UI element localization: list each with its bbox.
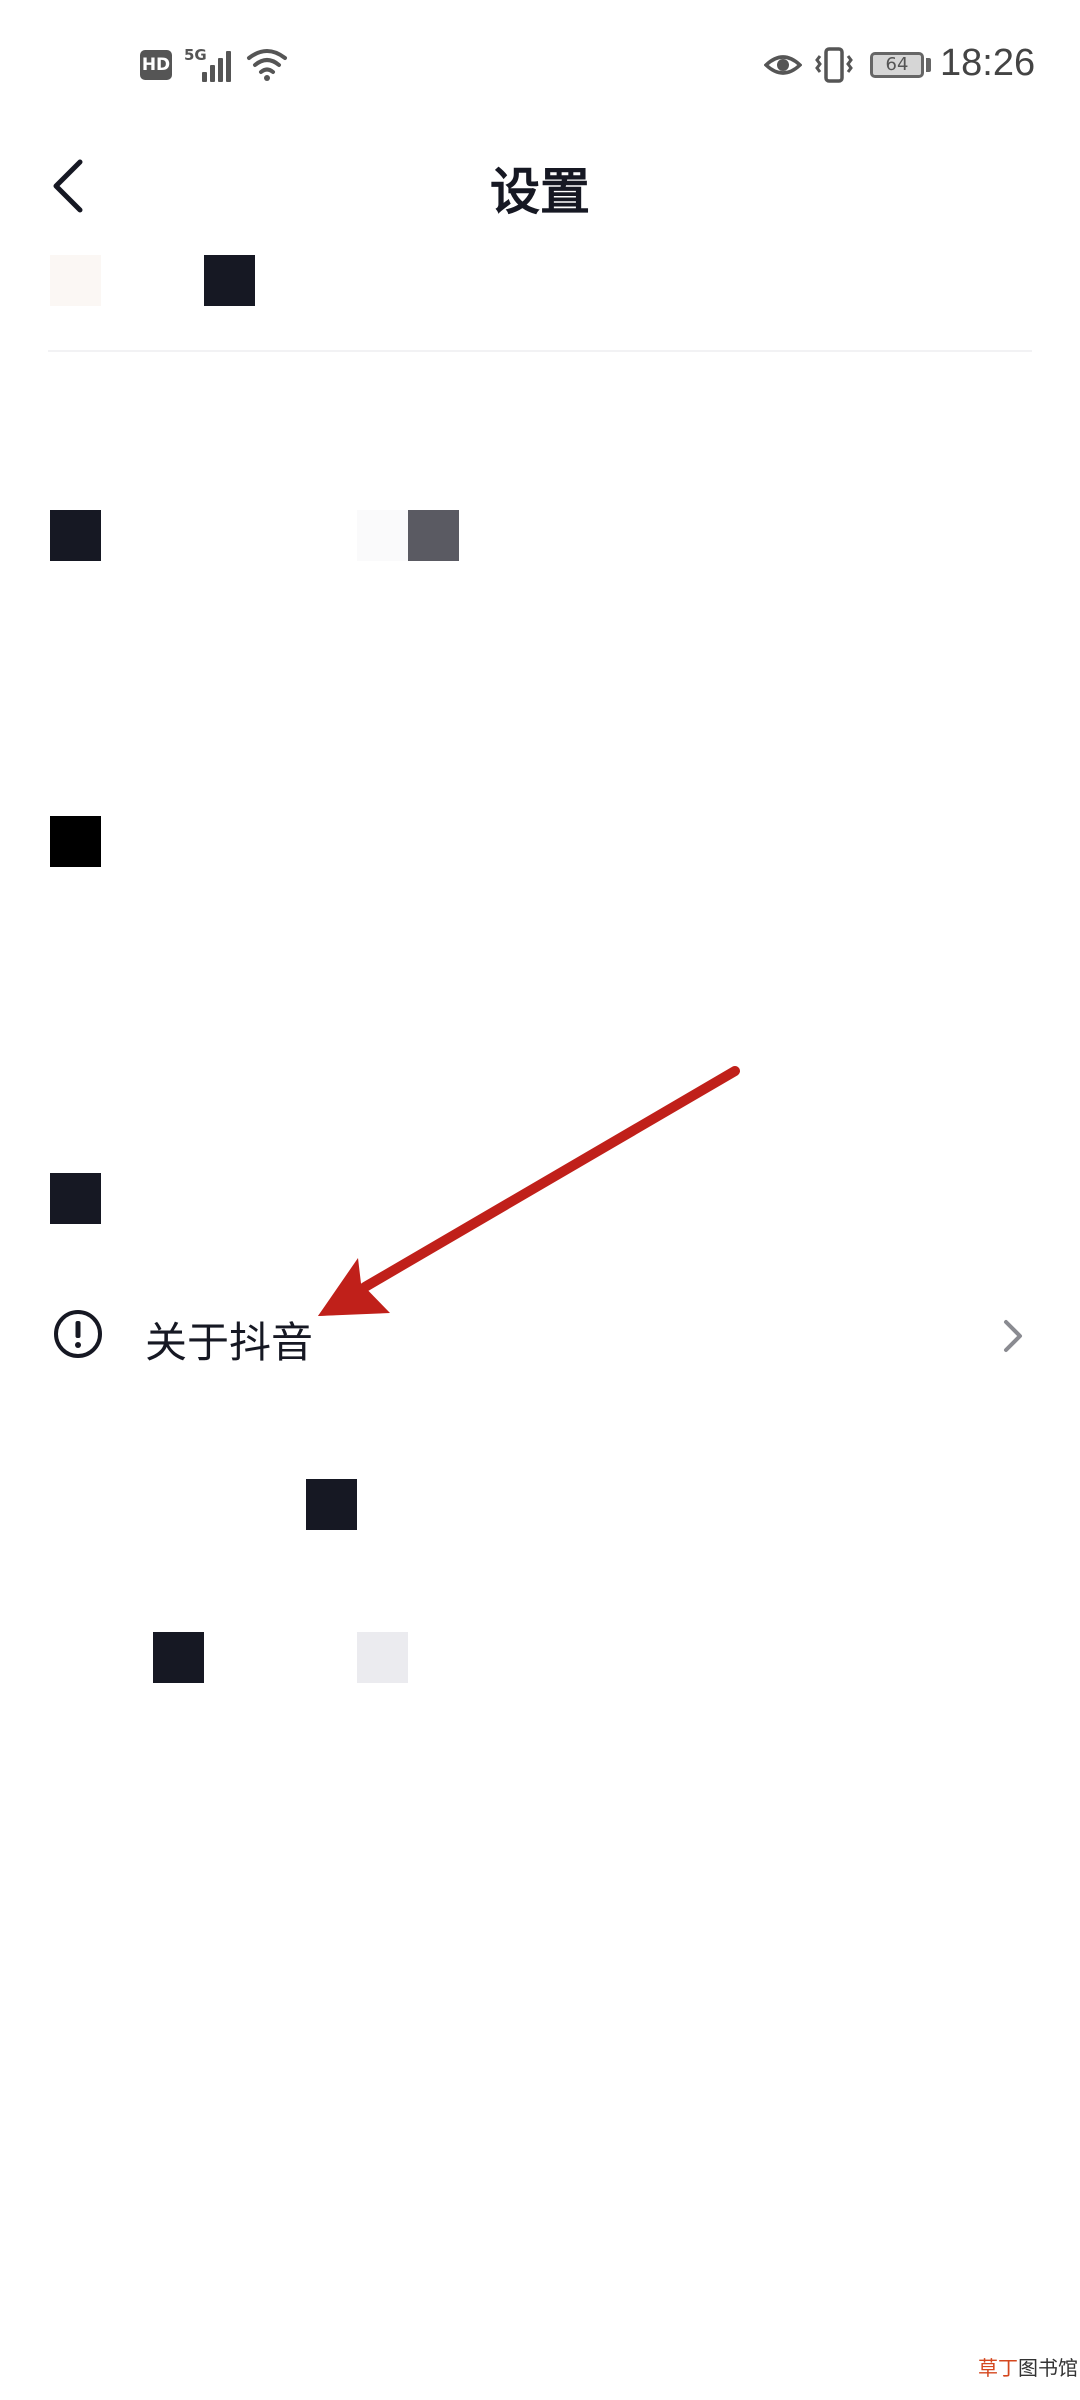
hd-badge: HD xyxy=(140,50,172,80)
redacted-block xyxy=(357,1632,408,1683)
status-bar: HD 5G 64 18:26 xyxy=(0,0,1080,130)
redacted-block xyxy=(50,510,101,561)
battery-tip xyxy=(926,58,931,72)
watermark: 草丁图书馆 xyxy=(978,2352,1078,2381)
settings-row-label: 关于抖音 xyxy=(145,1318,314,1367)
eye-icon xyxy=(764,55,802,75)
redacted-block xyxy=(153,1632,204,1683)
settings-row-about[interactable]: 关于抖音 xyxy=(0,1276,1080,1396)
battery-indicator: 64 xyxy=(870,52,924,78)
signal-icon xyxy=(200,46,240,82)
watermark-brand: 草丁 xyxy=(978,2356,1018,2380)
redacted-block xyxy=(306,1479,357,1530)
chevron-right-icon xyxy=(1004,1320,1022,1352)
redacted-block xyxy=(204,255,255,306)
redacted-block xyxy=(50,1173,101,1224)
status-clock: 18:26 xyxy=(940,42,1036,84)
annotation-arrow xyxy=(318,1066,740,1316)
redacted-block xyxy=(408,510,459,561)
page-title: 设置 xyxy=(490,163,590,221)
wifi-icon xyxy=(247,49,287,81)
redacted-block xyxy=(357,510,408,561)
section-divider xyxy=(48,350,1032,352)
info-circle-icon xyxy=(54,1310,102,1358)
vibrate-icon xyxy=(815,47,853,83)
watermark-suffix: 图书馆 xyxy=(1018,2356,1078,2380)
redacted-block xyxy=(50,255,101,306)
redacted-block xyxy=(50,816,101,867)
